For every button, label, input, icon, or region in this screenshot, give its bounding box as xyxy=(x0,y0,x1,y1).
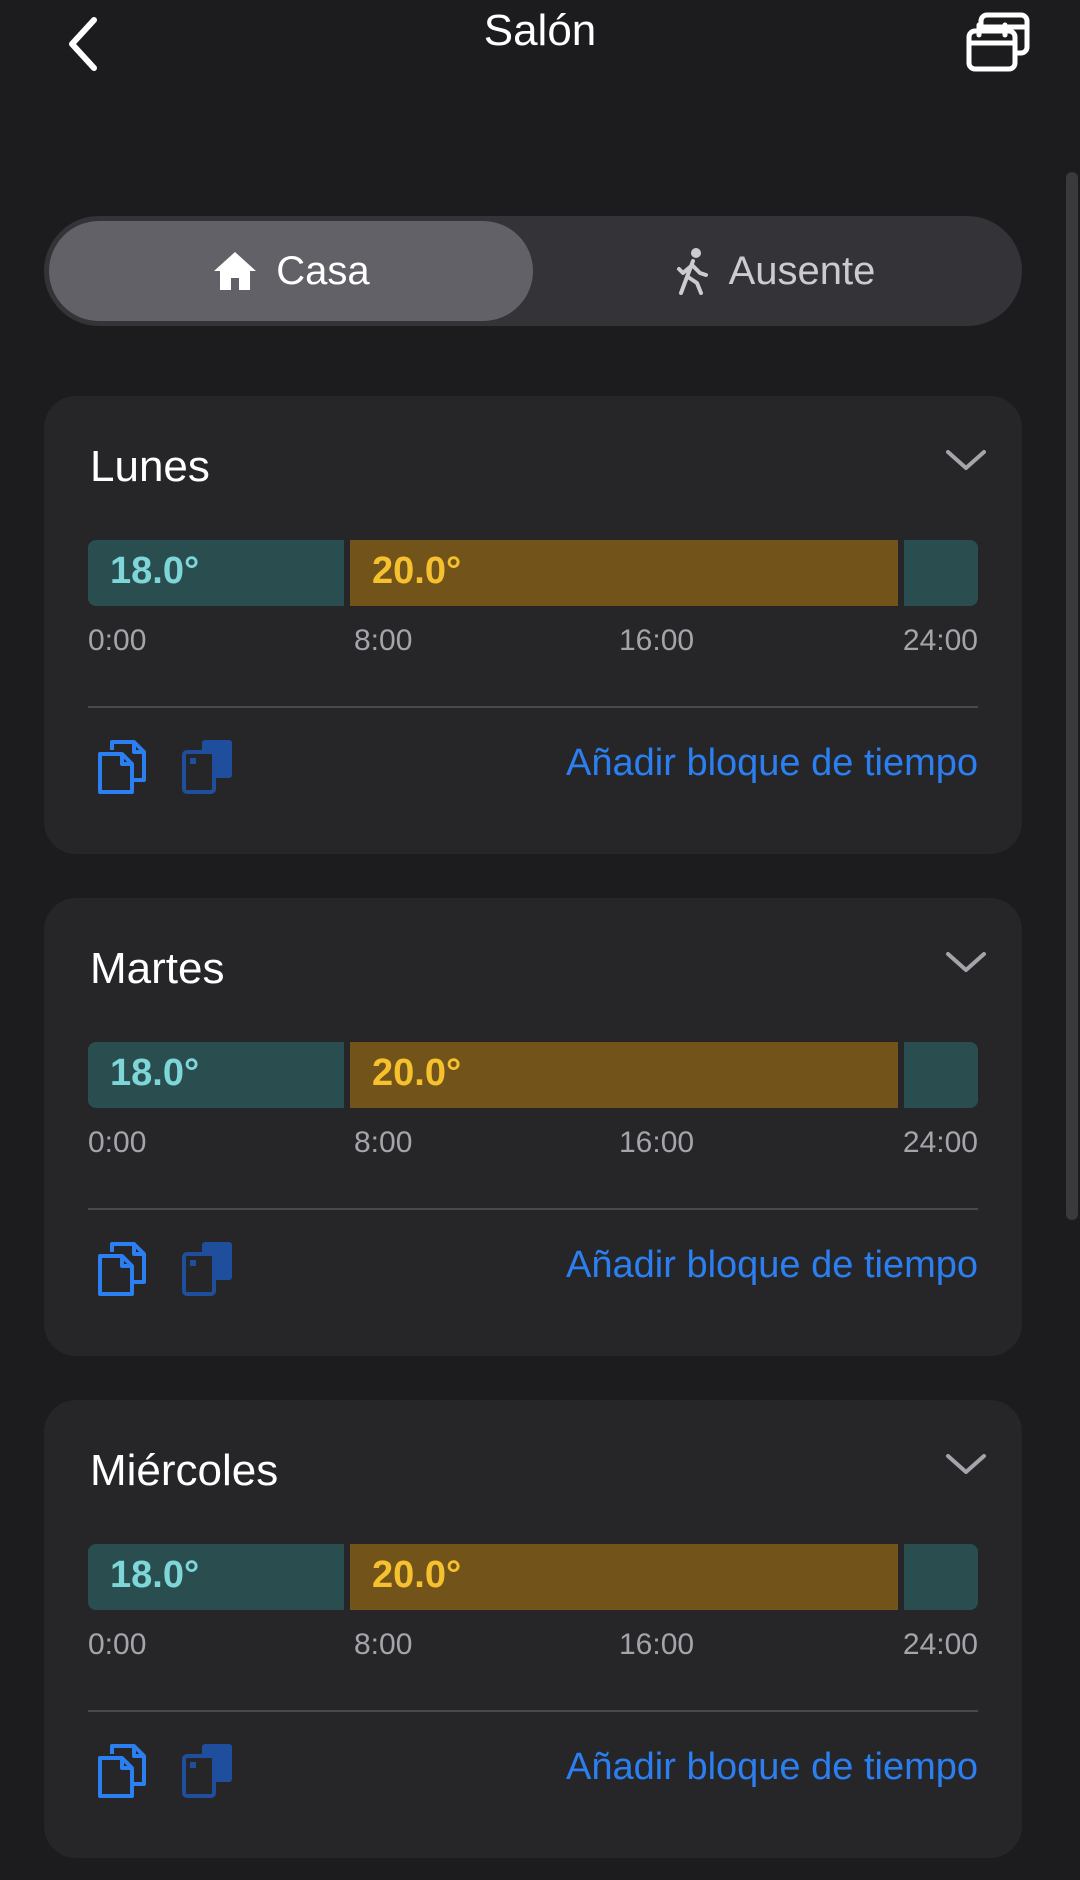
time-block[interactable]: 18.0° xyxy=(88,540,344,606)
copy-icon[interactable] xyxy=(92,736,152,796)
time-block[interactable]: 20.0° xyxy=(350,1042,898,1108)
add-time-block-link[interactable]: Añadir bloque de tiempo xyxy=(566,1746,978,1789)
top-bar: Salón xyxy=(0,0,1080,100)
mode-toggle: Casa Ausente xyxy=(44,216,1022,326)
day-name: Miércoles xyxy=(90,1446,279,1495)
time-block[interactable]: 20.0° xyxy=(350,540,898,606)
time-block[interactable]: 18.0° xyxy=(88,1544,344,1610)
tick-label: 24:00 xyxy=(902,624,978,657)
chevron-down-icon[interactable] xyxy=(942,442,990,478)
copy-icon[interactable] xyxy=(92,1238,152,1298)
time-axis: 0:00 8:00 16:00 24:00 xyxy=(88,624,978,664)
time-block-temperature: 18.0° xyxy=(110,1052,200,1094)
mode-option-label: Casa xyxy=(276,248,370,293)
tick-label: 16:00 xyxy=(619,624,695,657)
divider xyxy=(88,1208,978,1210)
tick-label: 8:00 xyxy=(354,1628,413,1661)
walking-person-icon xyxy=(676,248,708,295)
calendar-copy-button[interactable] xyxy=(962,6,1034,78)
day-name: Lunes xyxy=(90,442,210,491)
time-block[interactable] xyxy=(904,1042,978,1108)
day-card-martes: Martes 18.0° 20.0° 0:00 8:00 16:00 24:00… xyxy=(44,898,1022,1356)
day-name: Martes xyxy=(90,944,225,993)
time-block[interactable] xyxy=(904,540,978,606)
tick-label: 8:00 xyxy=(354,1126,413,1159)
home-icon xyxy=(214,252,257,290)
time-block-temperature: 18.0° xyxy=(110,1554,200,1596)
tick-label: 0:00 xyxy=(88,1628,147,1661)
add-time-block-link[interactable]: Añadir bloque de tiempo xyxy=(566,1244,978,1287)
page-title: Salón xyxy=(483,6,597,55)
schedule-bar: 18.0° 20.0° xyxy=(88,1042,978,1108)
time-block[interactable]: 18.0° xyxy=(88,1042,344,1108)
tick-label: 16:00 xyxy=(619,1628,695,1661)
tick-label: 24:00 xyxy=(902,1126,978,1159)
time-axis: 0:00 8:00 16:00 24:00 xyxy=(88,1628,978,1668)
time-block-temperature: 20.0° xyxy=(372,550,462,592)
schedule-bar: 18.0° 20.0° xyxy=(88,540,978,606)
tick-label: 8:00 xyxy=(354,624,413,657)
copy-icon[interactable] xyxy=(92,1740,152,1800)
day-card-miercoles: Miércoles 18.0° 20.0° 0:00 8:00 16:00 24… xyxy=(44,1400,1022,1858)
paste-icon[interactable] xyxy=(178,1238,238,1298)
chevron-down-icon[interactable] xyxy=(942,944,990,980)
time-block-temperature: 20.0° xyxy=(372,1052,462,1094)
time-block[interactable] xyxy=(904,1544,978,1610)
add-time-block-link[interactable]: Añadir bloque de tiempo xyxy=(566,742,978,785)
mode-option-ausente[interactable]: Ausente xyxy=(533,221,1017,321)
paste-icon[interactable] xyxy=(178,1740,238,1800)
divider xyxy=(88,706,978,708)
schedule-bar: 18.0° 20.0° xyxy=(88,1544,978,1610)
tick-label: 16:00 xyxy=(619,1126,695,1159)
tick-label: 0:00 xyxy=(88,624,147,657)
mode-option-casa[interactable]: Casa xyxy=(49,221,533,321)
calendar-copy-icon xyxy=(966,12,1030,72)
day-card-lunes: Lunes 18.0° 20.0° 0:00 8:00 16:00 24:00 … xyxy=(44,396,1022,854)
time-block-temperature: 20.0° xyxy=(372,1554,462,1596)
chevron-down-icon[interactable] xyxy=(942,1446,990,1482)
divider xyxy=(88,1710,978,1712)
time-block-temperature: 18.0° xyxy=(110,550,200,592)
scrollbar[interactable] xyxy=(1066,172,1078,1220)
paste-icon[interactable] xyxy=(178,736,238,796)
time-axis: 0:00 8:00 16:00 24:00 xyxy=(88,1126,978,1166)
tick-label: 24:00 xyxy=(902,1628,978,1661)
time-block[interactable]: 20.0° xyxy=(350,1544,898,1610)
tick-label: 0:00 xyxy=(88,1126,147,1159)
mode-option-label: Ausente xyxy=(728,248,876,293)
